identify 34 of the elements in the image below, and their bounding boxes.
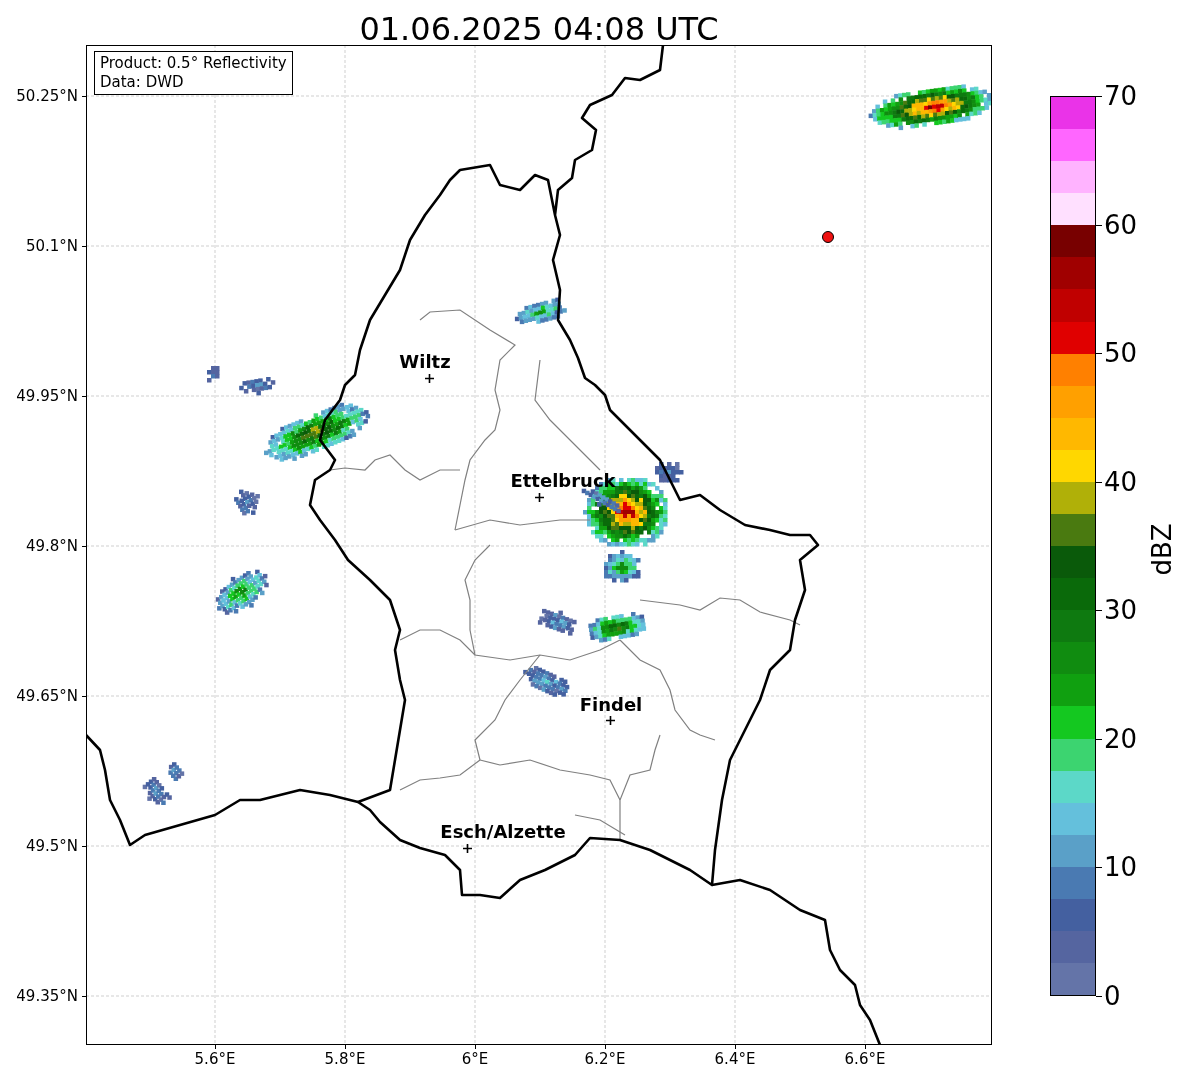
- colorbar-tick-label: 30: [1104, 595, 1138, 626]
- radar-site-marker: [822, 231, 834, 243]
- chart-title: 01.06.2025 04:08 UTC: [358, 9, 720, 50]
- longitude-tick-label: 6°E: [461, 1050, 489, 1068]
- longitude-tick-label: 5.6°E: [194, 1050, 236, 1068]
- city-marker-icon: [605, 715, 615, 725]
- latitude-tick-label: 50.1°N: [24, 237, 78, 255]
- latitude-tick-label: 49.35°N: [15, 987, 78, 1005]
- latitude-tick-label: 49.8°N: [24, 537, 78, 555]
- city-label: Ettelbruck: [510, 471, 616, 491]
- colorbar-tick-label: 60: [1104, 209, 1138, 240]
- longitude-tick-label: 6.4°E: [714, 1050, 756, 1068]
- city-label: Esch/Alzette: [440, 822, 566, 842]
- colorbar-label: dBZ: [1145, 522, 1178, 578]
- city-marker-icon: [462, 843, 472, 853]
- longitude-tick-label: 6.6°E: [844, 1050, 886, 1068]
- city-label: Wiltz: [399, 352, 451, 372]
- colorbar-tick-label: 0: [1104, 981, 1121, 1011]
- colorbar-tick-label: 40: [1104, 466, 1138, 497]
- longitude-tick-label: 5.8°E: [324, 1050, 366, 1068]
- latitude-tick-label: 50.25°N: [15, 87, 78, 105]
- colorbar-tick-label: 20: [1104, 723, 1138, 754]
- colorbar-tick-label: 50: [1104, 338, 1138, 369]
- city-marker-icon: [534, 492, 544, 502]
- city-marker-icon: [424, 373, 434, 383]
- city-label: Findel: [579, 695, 643, 715]
- latitude-tick-label: 49.65°N: [15, 687, 78, 705]
- colorbar-tick-label: 70: [1104, 81, 1138, 111]
- latitude-tick-label: 49.5°N: [24, 837, 78, 855]
- info-text: Product: 0.5° Reflectivity: [100, 54, 287, 73]
- colorbar-tick-label: 10: [1104, 852, 1138, 883]
- info-text: Data: DWD: [100, 73, 185, 92]
- longitude-tick-label: 6.2°E: [584, 1050, 626, 1068]
- latitude-tick-label: 49.95°N: [15, 387, 78, 405]
